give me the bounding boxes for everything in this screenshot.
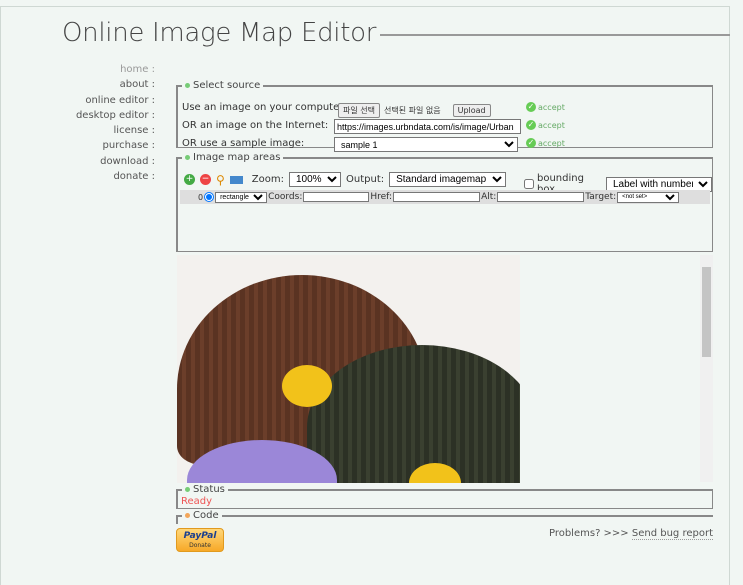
problems-text: Problems? >>> [548,528,629,539]
panel-legend: Status [193,484,225,495]
nav-online-editor[interactable]: online editor : [76,93,155,108]
url-input[interactable] [334,119,521,134]
local-label: Use an image on your computer: [182,102,347,113]
send-bug-report-link[interactable]: Send bug report [631,528,713,540]
nav-download[interactable]: download : [76,154,155,169]
code-panel: Code [176,510,713,524]
panel-legend: Image map areas [193,152,281,163]
paypal-logo: PayPal [183,531,217,541]
nav-home[interactable]: home : [76,62,155,77]
nav-desktop-editor[interactable]: desktop editor : [76,108,155,123]
check-icon: ✓ [526,102,536,112]
file-status: 선택된 파일 없음 [383,106,441,115]
bounding-box-checkbox[interactable] [524,179,534,189]
accept-sample[interactable]: ✓ accept [526,138,565,148]
alt-label: Alt: [481,192,497,202]
nav-purchase[interactable]: purchase : [76,138,155,153]
nav-license[interactable]: license : [76,123,155,138]
green-dot-icon [185,154,190,160]
file-select-button[interactable]: 파일 선택 [338,103,380,118]
donate-label: Donate [189,542,211,549]
orange-dot-icon [185,512,190,518]
accept-url[interactable]: ✓ accept [526,120,565,130]
page-title: Online Image Map Editor [62,18,377,48]
smiley-patch [282,365,332,407]
target-label: Target: [585,192,617,202]
accept-local[interactable]: ✓ accept [526,102,565,112]
check-icon: ✓ [526,138,536,148]
panel-legend: Code [193,510,219,521]
area-index: 0 [198,192,204,202]
paypal-donate-button[interactable]: PayPal Donate [176,528,224,552]
href-input[interactable] [393,192,481,202]
footer-links: Problems? >>> Send bug report [548,528,713,540]
target-select[interactable]: <not set> [617,191,680,203]
nav-menu: home : about : online editor : desktop e… [76,62,155,184]
output-label: Output: [346,174,385,185]
coords-input[interactable] [303,192,370,202]
nav-about[interactable]: about : [76,77,155,92]
shape-select[interactable]: rectangle [215,191,268,203]
panel-legend: Select source [193,80,261,91]
nav-donate[interactable]: donate : [76,169,155,184]
status-text: Ready [181,496,213,507]
title-divider [380,34,730,36]
scrollbar-thumb[interactable] [702,267,711,357]
map-image[interactable] [177,255,520,483]
coords-label: Coords: [268,192,303,202]
url-label: OR an image on the Internet: [182,120,329,131]
image-map-areas-panel: Image map areas + − ⚲ Zoom: 100% Output:… [176,152,713,252]
upload-button[interactable]: Upload [452,104,491,117]
sample-label: OR use a sample image: [182,138,305,149]
zoom-label: Zoom: [251,174,284,185]
add-area-icon[interactable]: + [184,174,195,185]
zoom-icon[interactable]: ⚲ [216,173,225,187]
check-icon: ✓ [526,120,536,130]
area-row: 0 rectangle Coords: Href: Alt: Target: <… [180,190,710,204]
image-icon[interactable] [229,175,243,184]
sample-select[interactable]: sample 1 [334,137,518,152]
green-dot-icon [185,486,190,492]
green-dot-icon [185,82,190,88]
href-label: Href: [370,192,393,202]
area-radio[interactable] [204,192,215,202]
remove-area-icon[interactable]: − [200,174,211,185]
alt-input[interactable] [497,192,585,202]
image-scrollbar[interactable] [700,255,713,482]
output-select[interactable]: Standard imagemap [389,172,507,187]
select-source-panel: Select source Use an image on your compu… [176,80,713,152]
status-panel: Status Ready [176,484,713,509]
zoom-select[interactable]: 100% [289,172,341,187]
